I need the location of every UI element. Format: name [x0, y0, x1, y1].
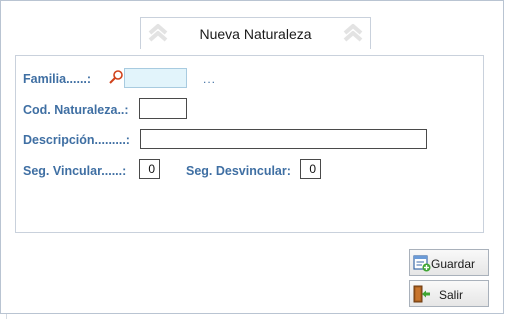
descripcion-input[interactable] [140, 129, 427, 149]
seg-vincular-label: Seg. Vincular......: [23, 164, 127, 178]
dialog-window: Nueva Naturaleza Familia......: ... Cod.… [0, 0, 504, 314]
salir-button[interactable]: Salir [409, 280, 489, 307]
salir-label: Salir [439, 288, 464, 302]
seg-desvincular-input[interactable]: 0 [300, 159, 321, 179]
tab-header: Nueva Naturaleza [140, 17, 371, 49]
cod-naturaleza-input[interactable] [139, 98, 187, 119]
save-form-icon [413, 255, 431, 272]
familia-input[interactable] [124, 68, 187, 88]
seg-vincular-input[interactable]: 0 [139, 159, 160, 179]
guardar-button[interactable]: Guardar [409, 249, 489, 276]
search-icon[interactable] [108, 69, 124, 85]
familia-browse-link[interactable]: ... [203, 72, 216, 86]
familia-label: Familia......: [23, 72, 92, 86]
exit-door-icon [413, 285, 430, 303]
tab-title: Nueva Naturaleza [199, 26, 312, 42]
seg-desvincular-label: Seg. Desvincular: [186, 164, 291, 178]
cod-naturaleza-label: Cod. Naturaleza..: [23, 103, 129, 117]
guardar-label: Guardar [431, 257, 476, 271]
double-chevron-up-icon[interactable] [342, 23, 364, 43]
descripcion-label: Descripción.........: [23, 133, 130, 147]
